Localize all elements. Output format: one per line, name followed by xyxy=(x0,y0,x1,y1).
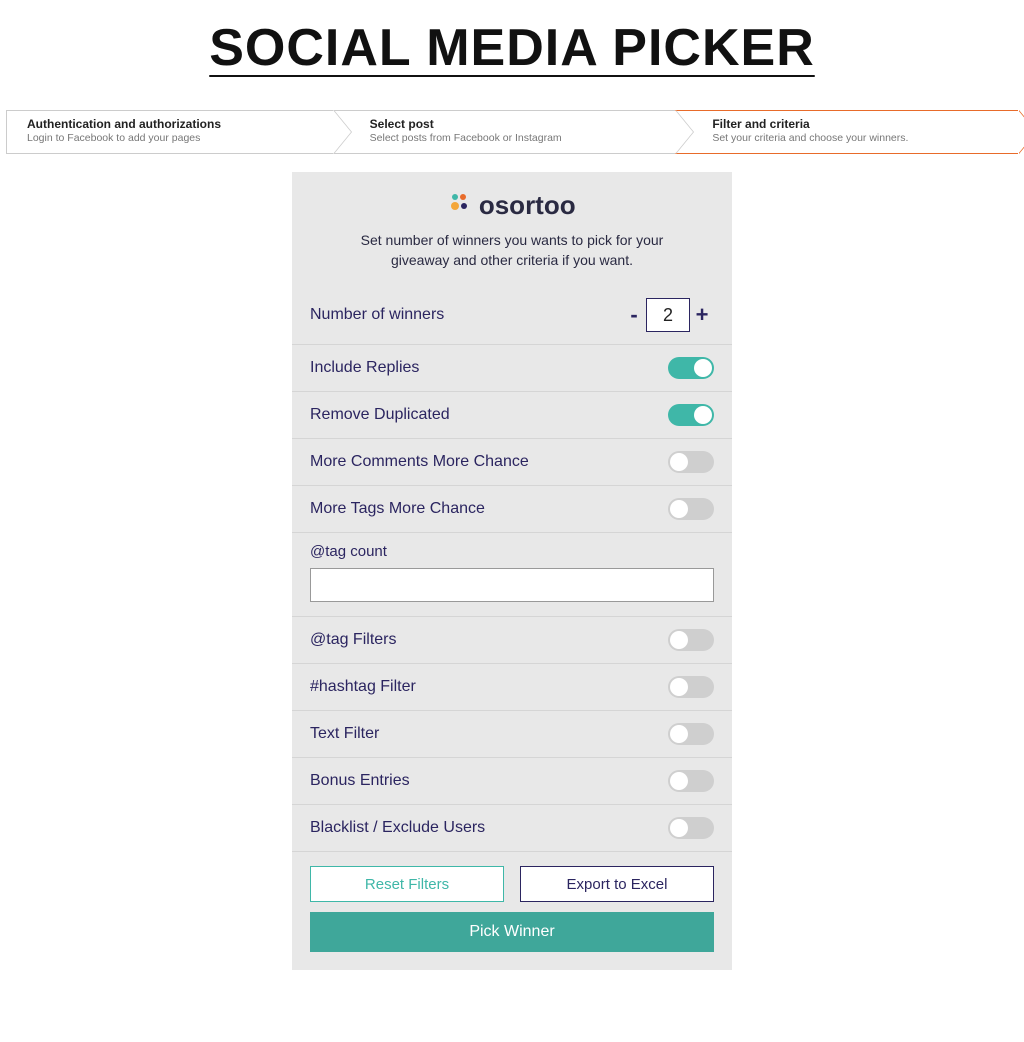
hashtag-filter-toggle[interactable] xyxy=(668,676,714,698)
pick-winner-button[interactable]: Pick Winner xyxy=(310,912,714,952)
stepper-minus-button[interactable]: - xyxy=(622,302,646,328)
text-filter-row: Text Filter xyxy=(292,711,732,758)
winners-row: Number of winners - + xyxy=(292,286,732,345)
remove-duplicated-label: Remove Duplicated xyxy=(310,406,450,424)
bonus-entries-toggle[interactable] xyxy=(668,770,714,792)
winners-label: Number of winners xyxy=(310,306,444,324)
step-subtitle: Login to Facebook to add your pages xyxy=(27,132,313,144)
blacklist-toggle[interactable] xyxy=(668,817,714,839)
step-select-post[interactable]: Select post Select posts from Facebook o… xyxy=(333,110,676,154)
remove-duplicated-toggle[interactable] xyxy=(668,404,714,426)
more-comments-label: More Comments More Chance xyxy=(310,453,529,471)
more-tags-row: More Tags More Chance xyxy=(292,486,732,533)
step-authentication[interactable]: Authentication and authorizations Login … xyxy=(6,110,333,154)
include-replies-toggle[interactable] xyxy=(668,357,714,379)
bonus-entries-row: Bonus Entries xyxy=(292,758,732,805)
winners-stepper: - + xyxy=(622,298,714,332)
blacklist-row: Blacklist / Exclude Users xyxy=(292,805,732,852)
text-filter-toggle[interactable] xyxy=(668,723,714,745)
bonus-entries-label: Bonus Entries xyxy=(310,772,410,790)
include-replies-label: Include Replies xyxy=(310,359,419,377)
export-excel-button[interactable]: Export to Excel xyxy=(520,866,714,902)
more-tags-label: More Tags More Chance xyxy=(310,500,485,518)
remove-duplicated-row: Remove Duplicated xyxy=(292,392,732,439)
tag-count-input[interactable] xyxy=(310,568,714,602)
more-tags-toggle[interactable] xyxy=(668,498,714,520)
step-title: Select post xyxy=(370,117,656,131)
winners-input[interactable] xyxy=(646,298,690,332)
step-subtitle: Select posts from Facebook or Instagram xyxy=(370,132,656,144)
reset-filters-button[interactable]: Reset Filters xyxy=(310,866,504,902)
stepper-plus-button[interactable]: + xyxy=(690,302,714,328)
logo-text: osortoo xyxy=(479,190,576,221)
action-buttons: Reset Filters Export to Excel xyxy=(292,852,732,912)
hashtag-filter-row: #hashtag Filter xyxy=(292,664,732,711)
intro-text: Set number of winners you wants to pick … xyxy=(292,231,732,270)
breadcrumb-steps: Authentication and authorizations Login … xyxy=(0,110,1024,154)
page-title: SOCIAL MEDIA PICKER xyxy=(0,18,1024,78)
blacklist-label: Blacklist / Exclude Users xyxy=(310,819,485,837)
tag-filters-toggle[interactable] xyxy=(668,629,714,651)
include-replies-row: Include Replies xyxy=(292,345,732,392)
logo-dots-icon xyxy=(448,192,470,219)
hashtag-filter-label: #hashtag Filter xyxy=(310,678,416,696)
step-title: Filter and criteria xyxy=(712,117,998,131)
more-comments-toggle[interactable] xyxy=(668,451,714,473)
brand-logo: osortoo xyxy=(292,190,732,221)
tag-count-section: @tag count xyxy=(292,533,732,617)
criteria-card: osortoo Set number of winners you wants … xyxy=(292,172,732,970)
step-subtitle: Set your criteria and choose your winner… xyxy=(712,132,998,144)
step-title: Authentication and authorizations xyxy=(27,117,313,131)
step-filter-criteria[interactable]: Filter and criteria Set your criteria an… xyxy=(675,110,1018,154)
tag-filters-label: @tag Filters xyxy=(310,631,396,649)
text-filter-label: Text Filter xyxy=(310,725,379,743)
tag-filters-row: @tag Filters xyxy=(292,617,732,664)
more-comments-row: More Comments More Chance xyxy=(292,439,732,486)
tag-count-label: @tag count xyxy=(310,543,714,560)
